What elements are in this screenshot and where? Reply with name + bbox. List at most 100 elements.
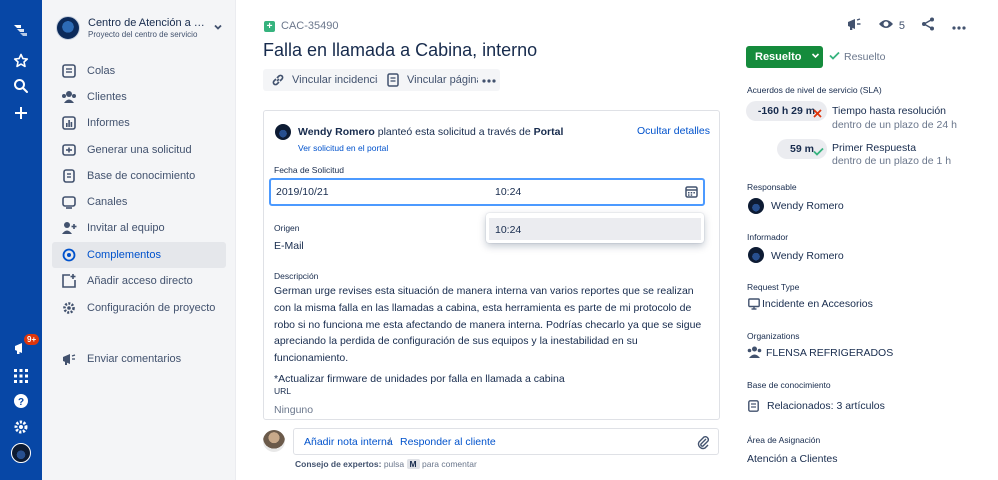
status-button[interactable]: Resuelto [746, 46, 823, 68]
comment-input[interactable]: Añadir nota interna / Responder al clien… [293, 428, 719, 455]
global-nav: 9+ ? [0, 0, 42, 480]
reports-icon [60, 114, 78, 132]
feedback-megaphone-icon[interactable] [846, 16, 862, 35]
sidebar-item-label: Base de conocimiento [87, 170, 196, 182]
sidebar-item-canales[interactable]: Canales [52, 189, 226, 215]
calendar-icon[interactable] [685, 185, 698, 201]
plus-icon[interactable] [11, 103, 31, 123]
sidebar-item-base-conocimiento[interactable]: Base de conocimiento [52, 163, 226, 189]
time-dropdown: 10:24 [486, 213, 704, 243]
reporter-avatar [748, 247, 764, 263]
knowledge-label: Base de conocimiento [747, 380, 831, 390]
hide-details-link[interactable]: Ocultar detalles [637, 125, 710, 137]
chevron-down-icon [811, 51, 820, 63]
help-icon[interactable]: ? [11, 391, 31, 411]
sidebar-item-label: Generar una solicitud [87, 144, 192, 156]
request-details-card: Wendy Romero planteó esta solicitud a tr… [263, 110, 720, 420]
sidebar-item-clientes[interactable]: Clientes [52, 84, 226, 110]
issue-title[interactable]: Falla en llamada a Cabina, interno [263, 40, 537, 61]
assignee-avatar [748, 198, 764, 214]
more-icon [482, 74, 496, 86]
view-in-portal-link[interactable]: Ver solicitud en el portal [298, 143, 388, 153]
resolution-value: Resuelto [844, 51, 886, 63]
page-icon [386, 73, 400, 87]
sidebar-item-label: Añadir acceso directo [87, 275, 193, 287]
internal-note-link[interactable]: Añadir nota interna [304, 436, 393, 448]
assignee-value[interactable]: Wendy Romero [771, 200, 844, 212]
issue-type-icon: + [264, 20, 275, 32]
addons-icon [60, 246, 78, 264]
sidebar-item-configuracion[interactable]: Configuración de proyecto [52, 295, 226, 321]
sla-target: dentro de un plazo de 24 h [832, 119, 957, 131]
project-header[interactable]: Centro de Atención a Clie... Proyecto de… [56, 16, 228, 48]
pro-tip-bold: Consejo de expertos: [295, 459, 382, 469]
sla-name: Tiempo hasta resolución [832, 105, 947, 117]
jira-logo-icon[interactable] [11, 20, 31, 40]
reporter-label: Informador [747, 232, 789, 242]
project-avatar [56, 16, 80, 40]
sidebar-item-complementos[interactable]: Complementos [52, 242, 226, 268]
reporter-middle: planteó esta solicitud a través de [377, 126, 531, 138]
link-issue-button[interactable]: Vincular incidencia [263, 69, 392, 91]
watch-button[interactable]: 5 [878, 18, 905, 33]
sidebar-item-feedback[interactable]: Enviar comentarios [52, 346, 226, 372]
avatar[interactable] [11, 443, 31, 463]
reporter-line: Wendy Romero planteó esta solicitud a tr… [298, 126, 563, 138]
knowledge-value[interactable]: Relacionados: 3 artículos [767, 400, 885, 412]
knowledge-base-icon [748, 400, 759, 415]
sidebar-item-label: Canales [87, 196, 128, 208]
area-label: Área de Asignación [747, 435, 821, 445]
time-value[interactable]: 10:24 [495, 186, 521, 198]
link-page-button[interactable]: Vincular página [378, 69, 491, 91]
sidebar-item-label: Configuración de proyecto [87, 302, 216, 314]
sidebar-item-informes[interactable]: Informes [52, 110, 226, 136]
organizations-value[interactable]: FLENSA REFRIGERADOS [766, 347, 893, 359]
date-value[interactable]: 2019/10/21 [276, 186, 329, 198]
comment-area: Añadir nota interna / Responder al clien… [263, 425, 723, 475]
reporter-name[interactable]: Wendy Romero [298, 126, 375, 138]
current-user-avatar [263, 430, 285, 452]
issue-key-text: CAC-35490 [281, 20, 339, 32]
check-icon [829, 51, 840, 63]
time-option[interactable]: 10:24 [489, 218, 701, 240]
app-grid-icon[interactable] [11, 366, 31, 386]
status-label: Resuelto [755, 51, 802, 63]
sidebar-item-generar-solicitud[interactable]: Generar una solicitud [52, 137, 226, 163]
sidebar-item-acceso-directo[interactable]: Añadir acceso directo [52, 268, 226, 294]
monitor-icon [748, 298, 760, 313]
search-icon[interactable] [11, 76, 31, 96]
assignee-label: Responsable [747, 182, 797, 192]
reply-customer-link[interactable]: Responder al cliente [400, 436, 496, 448]
more-icon[interactable] [952, 19, 966, 33]
project-subtitle: Proyecto del centro de servicio [88, 30, 198, 39]
sidebar-item-colas[interactable]: Colas [52, 58, 226, 84]
chevron-down-icon[interactable] [212, 21, 224, 33]
channels-icon [60, 193, 78, 211]
reporter-value[interactable]: Wendy Romero [771, 250, 844, 262]
description-text[interactable]: German urge revises esta situación de ma… [274, 283, 706, 388]
sidebar-item-invitar[interactable]: Invitar al equipo [52, 215, 226, 241]
notification-badge: 9+ [24, 334, 40, 345]
sla-label: Acuerdos de nivel de servicio (SLA) [747, 85, 882, 95]
star-icon[interactable] [11, 51, 31, 71]
raise-request-icon [60, 141, 78, 159]
issue-key[interactable]: + CAC-35490 [264, 20, 338, 32]
more-actions-button[interactable] [478, 69, 500, 91]
met-icon [813, 145, 824, 159]
sidebar-item-label: Colas [87, 65, 116, 77]
attachment-icon[interactable] [696, 434, 710, 453]
area-value[interactable]: Atención a Clientes [747, 453, 837, 465]
request-date-field[interactable]: 2019/10/21 10:24 [269, 178, 705, 206]
sidebar-item-label: Complementos [87, 249, 161, 261]
request-type-label: Request Type [747, 282, 800, 292]
request-type-value[interactable]: Incidente en Accesorios [762, 298, 873, 310]
origin-value[interactable]: E-Mail [274, 240, 304, 252]
issue-sidebar: 5 Resuelto Resuelto Acuerdos de nivel de… [746, 0, 996, 480]
share-icon[interactable] [921, 17, 935, 34]
pro-tip-key: M [406, 459, 420, 469]
url-value[interactable]: Ninguno [274, 404, 313, 416]
svg-text:?: ? [18, 397, 24, 408]
organizations-label: Organizations [747, 331, 800, 341]
settings-icon[interactable] [11, 417, 31, 437]
megaphone-icon [60, 350, 78, 368]
